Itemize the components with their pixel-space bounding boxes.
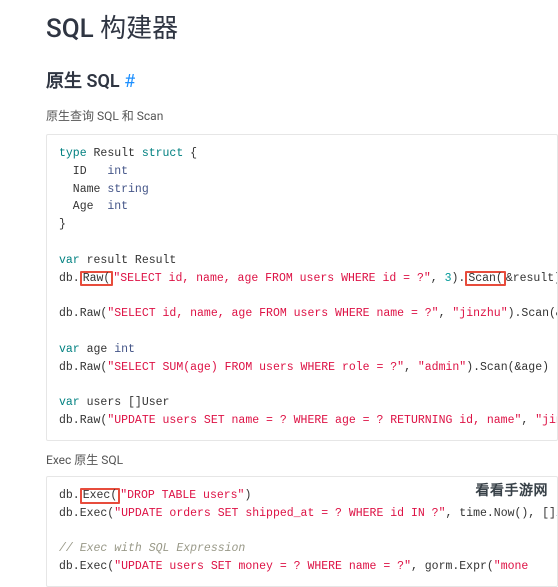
code-token: {	[183, 147, 197, 160]
code-token: db.Raw(	[59, 414, 107, 427]
code-token: struct	[142, 147, 183, 160]
code-token: result Result	[80, 254, 177, 267]
code-token: db.Exec(	[59, 507, 114, 520]
watermark: 看看手游网	[476, 480, 549, 500]
section-heading-text: 原生 SQL	[46, 71, 120, 92]
code-token: , time.Now(), []	[445, 507, 555, 520]
code-token: &result)	[506, 272, 558, 285]
code-token: string	[107, 183, 148, 196]
code-token: "jinzhu"	[452, 307, 507, 320]
code-token: "mone	[494, 560, 529, 573]
code-token: var	[59, 343, 80, 356]
code-token: ).Scan(&age)	[466, 361, 549, 374]
code-token: }	[59, 218, 66, 231]
code-token: db.	[59, 489, 80, 502]
code-token: db.Exec(	[59, 560, 114, 573]
code-token: "UPDATE users SET name = ? WHERE age = ?…	[107, 414, 521, 427]
section-subtitle-exec: Exec 原生 SQL	[46, 451, 558, 468]
code-token: int	[114, 343, 135, 356]
code-token: "SELECT SUM(age) FROM users WHERE role =…	[107, 361, 404, 374]
highlight-box-raw: Raw(	[80, 271, 114, 287]
code-token: Name	[59, 183, 107, 196]
code-token: users []User	[80, 396, 170, 409]
code-token: ,	[521, 414, 535, 427]
code-token: ).Scan(&result)	[508, 307, 558, 320]
code-token: "DROP TABLE users"	[120, 489, 244, 502]
code-token: ).	[452, 272, 466, 285]
code-token: db.Raw(	[59, 307, 107, 320]
code-token: ID	[59, 165, 107, 178]
code-token: db.Raw(	[59, 361, 107, 374]
code-token: var	[59, 254, 80, 267]
highlight-box-exec: Exec(	[80, 488, 121, 504]
code-token: Age	[59, 200, 107, 213]
highlight-box-scan: Scan(	[465, 271, 506, 287]
code-block-raw-sql: type Result struct { ID int Name string …	[46, 134, 558, 441]
code-token: int	[107, 165, 128, 178]
code-token: // Exec with SQL Expression	[59, 542, 245, 555]
code-token: type	[59, 147, 87, 160]
section-heading: 原生 SQL #	[46, 67, 558, 93]
code-token: db.	[59, 272, 80, 285]
code-token: age	[80, 343, 115, 356]
code-token: ,	[404, 361, 418, 374]
code-token: int	[107, 200, 128, 213]
section-anchor-link[interactable]: #	[124, 71, 135, 92]
code-token: 3	[445, 272, 452, 285]
code-token: Result	[87, 147, 142, 160]
code-token: "UPDATE orders SET shipped_at = ? WHERE …	[114, 507, 445, 520]
code-token: )	[244, 489, 251, 502]
page-title: SQL 构建器	[46, 8, 558, 45]
code-token: , gorm.Expr(	[411, 560, 494, 573]
section-subtitle: 原生查询 SQL 和 Scan	[46, 107, 558, 124]
code-token: "UPDATE users SET money = ? WHERE name =…	[114, 560, 411, 573]
code-token: var	[59, 396, 80, 409]
code-token: ,	[431, 272, 445, 285]
code-token: "admin"	[418, 361, 466, 374]
code-token: "SELECT id, name, age FROM users WHERE i…	[113, 272, 430, 285]
code-token: "jinzhu"	[535, 414, 558, 427]
code-token: "SELECT id, name, age FROM users WHERE n…	[107, 307, 438, 320]
code-token: ,	[439, 307, 453, 320]
